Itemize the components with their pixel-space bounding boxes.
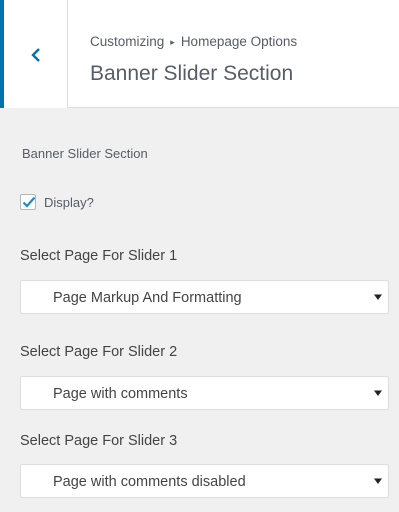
customizer-panel: Customizing ▸ Homepage Options Banner Slid…: [0, 0, 399, 512]
slider-1-selected-value: Page Markup And Formatting: [53, 290, 242, 306]
checkmark-icon: [22, 196, 36, 208]
breadcrumb-current: Homepage Options: [180, 34, 298, 49]
display-checkbox-label: Display?: [44, 194, 94, 210]
breadcrumb: Customizing ▸ Homepage Options: [90, 34, 297, 49]
panel-title: Banner Slider Section: [90, 62, 294, 85]
caret-down-icon: [374, 294, 382, 300]
panel-header: Customizing ▸ Homepage Options Banner Slid…: [0, 0, 399, 108]
caret-down-icon: [374, 478, 382, 484]
section-content: Banner Slider Section Display? Select Pa…: [0, 108, 399, 512]
slider-2-label: Select Page For Slider 2: [20, 344, 178, 360]
breadcrumb-parent: Customizing: [90, 34, 165, 49]
display-toggle[interactable]: Display?: [20, 192, 94, 212]
caret-down-icon: [374, 390, 382, 396]
display-checkbox[interactable]: [20, 194, 36, 210]
slider-3-select[interactable]: Page with comments disabled: [20, 464, 389, 498]
slider-1-label: Select Page For Slider 1: [20, 248, 178, 264]
section-title: Banner Slider Section: [22, 146, 148, 161]
slider-2-select[interactable]: Page with comments: [20, 376, 389, 410]
slider-3-selected-value: Page with comments disabled: [53, 474, 246, 490]
slider-1-select[interactable]: Page Markup And Formatting: [20, 280, 389, 314]
back-button[interactable]: [0, 0, 68, 108]
slider-2-selected-value: Page with comments: [53, 386, 188, 402]
breadcrumb-separator: ▸: [170, 37, 175, 47]
slider-3-label: Select Page For Slider 3: [20, 433, 178, 449]
chevron-left-icon: [31, 48, 40, 62]
